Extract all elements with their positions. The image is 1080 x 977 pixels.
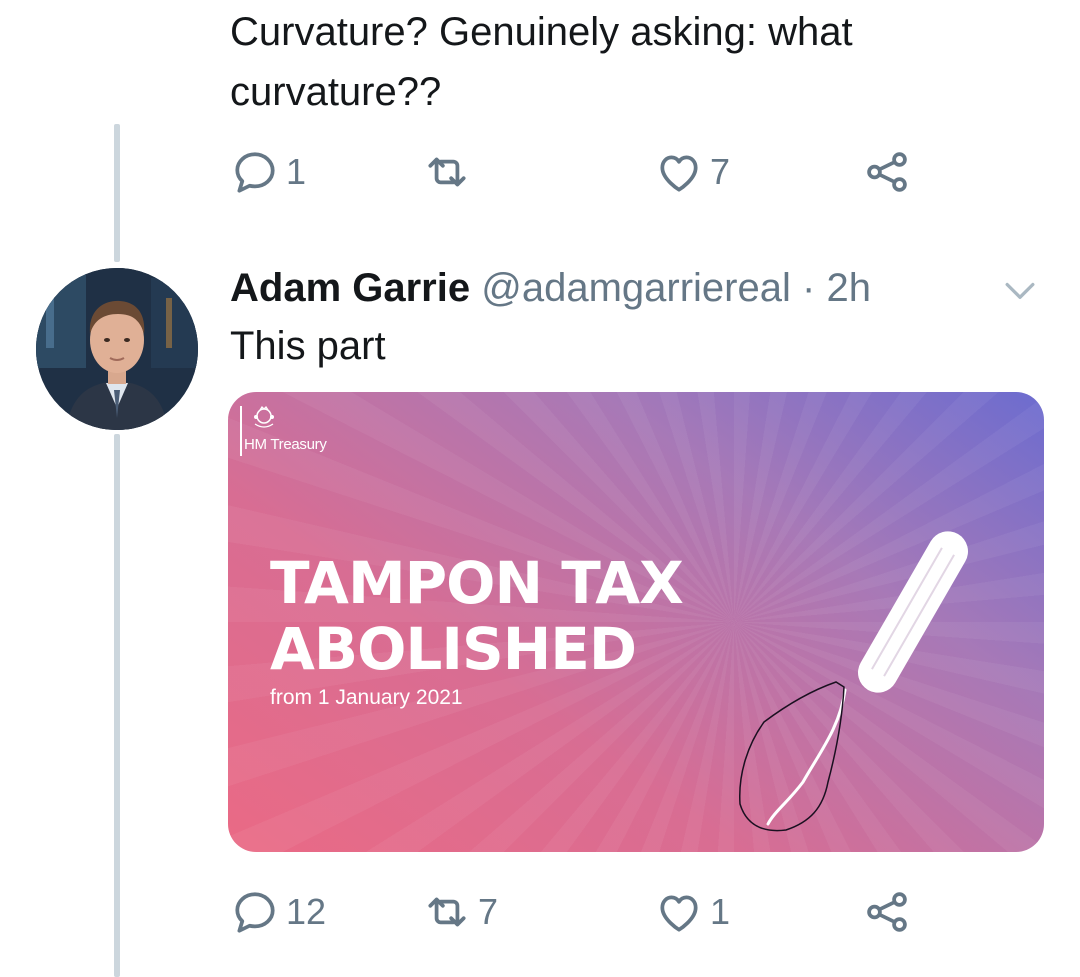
previous-tweet-actions: 1 7 <box>230 142 930 202</box>
royal-crest-icon <box>254 405 274 428</box>
share-button[interactable] <box>862 882 912 942</box>
reply-icon <box>235 892 275 933</box>
tweet-image[interactable]: HM Treasury TAMPON TAX ABOLISHED from 1 … <box>228 392 1044 852</box>
heart-icon <box>660 895 698 932</box>
retweet-icon <box>428 897 466 927</box>
avatar[interactable] <box>36 268 198 430</box>
share-icon <box>867 152 907 192</box>
retweet-icon <box>428 157 466 187</box>
like-button[interactable]: 1 <box>654 882 730 942</box>
thread-connector-line <box>114 124 120 262</box>
retweet-button[interactable] <box>422 142 478 202</box>
reply-count: 12 <box>286 891 327 932</box>
like-count: 7 <box>710 151 731 192</box>
retweet-count: 7 <box>478 891 499 932</box>
like-count: 1 <box>710 891 731 932</box>
card-subhead: from 1 January 2021 <box>270 686 463 709</box>
like-button[interactable]: 7 <box>654 142 730 202</box>
reply-icon <box>235 152 275 193</box>
author-name[interactable]: Adam Garrie <box>230 266 470 310</box>
tweet-text: This part <box>230 324 386 368</box>
share-button[interactable] <box>862 142 912 202</box>
timestamp[interactable]: 2h <box>826 266 871 310</box>
tweet-actions: 12 7 1 <box>230 882 930 942</box>
retweet-button[interactable]: 7 <box>422 882 498 942</box>
reply-button[interactable]: 1 <box>230 142 306 202</box>
reply-button[interactable]: 12 <box>230 882 326 942</box>
heart-icon <box>660 155 698 192</box>
thread-connector-line <box>114 434 120 977</box>
tweet-header: Adam Garrie @adamgarriereal · 2h <box>230 262 871 314</box>
org-name: HM Treasury <box>244 436 327 453</box>
profile-photo <box>36 268 198 430</box>
separator-dot: · <box>802 266 816 310</box>
tweet-thread: Curvature? Genuinely asking: what curvat… <box>0 0 1080 977</box>
author-handle[interactable]: @adamgarriereal <box>481 266 791 310</box>
reply-count: 1 <box>286 151 307 192</box>
chevron-down-icon <box>1005 282 1035 299</box>
headline-line-2: ABOLISHED <box>270 615 637 683</box>
tampon-illustration <box>739 531 968 832</box>
headline-line-1: TAMPON TAX <box>270 549 684 617</box>
share-icon <box>867 892 907 932</box>
card-headline: TAMPON TAX ABOLISHED <box>270 549 684 683</box>
previous-tweet-text: Curvature? Genuinely asking: what curvat… <box>230 10 853 114</box>
tweet-menu-button[interactable] <box>998 268 1042 312</box>
